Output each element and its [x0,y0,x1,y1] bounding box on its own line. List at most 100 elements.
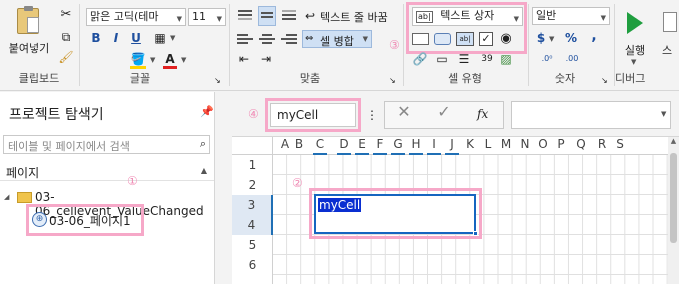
cut-icon[interactable]: ✂ [58,8,74,22]
cancel-icon[interactable]: ✕ [396,104,412,120]
formula-input[interactable] [511,101,671,129]
fx-button[interactable]: fx [477,107,488,121]
pin-icon[interactable]: 📌 [200,105,214,119]
column-header[interactable]: Q [574,137,588,155]
name-box[interactable]: myCell [270,103,356,127]
pages-header[interactable]: 페이지 ▲ [0,161,214,181]
column-header[interactable]: J [445,137,459,155]
chevron-down-icon[interactable]: ▼ [150,56,155,64]
font-size-select[interactable]: 11 ▼ [188,8,226,26]
align-bottom-icon[interactable] [280,8,298,24]
row-header[interactable]: 4 [232,215,273,235]
column-header[interactable]: D [337,137,351,155]
column-header[interactable]: K [463,137,477,155]
dialog-launcher-icon[interactable]: ↘ [601,74,608,88]
cell-type-select[interactable]: ab| 텍스트 상자 ▼ [412,7,523,26]
label-celltype-icon[interactable] [412,33,429,45]
more-options-icon[interactable]: ⋮ [366,108,378,122]
image-celltype-icon[interactable]: ▨ [498,52,514,66]
vertical-scrollbar[interactable]: ▲ [668,137,679,284]
fill-handle[interactable] [473,231,478,236]
search-icon[interactable]: ⌕ [200,137,206,151]
row-header[interactable]: 6 [232,255,273,275]
list-celltype-icon[interactable]: ☰ [456,52,472,66]
extra-ribbon-button[interactable]: 스 [657,6,679,60]
column-header[interactable]: G [391,137,405,155]
scroll-up-icon[interactable]: ▲ [668,137,679,145]
number-celltype-icon[interactable]: 39 [479,52,495,66]
italic-button[interactable]: I [109,31,123,45]
font-name-select[interactable]: 맑은 고딕(테마 ▼ [86,8,186,26]
currency-button[interactable]: $ [535,31,547,45]
fill-color-icon[interactable]: 🪣 [130,52,146,69]
align-middle-icon[interactable] [258,6,276,26]
column-header[interactable]: I [427,137,441,155]
column-header[interactable]: E [355,137,369,155]
column-header[interactable]: P [554,137,568,155]
comma-button[interactable]: , [588,29,600,43]
column-header[interactable]: C [313,137,327,155]
bold-button[interactable]: B [89,31,103,45]
column-header[interactable]: S [613,137,627,155]
column-header[interactable]: O [536,137,550,155]
paste-button[interactable]: 붙여넣기 [4,6,54,58]
column-header[interactable]: R [595,137,609,155]
scroll-thumb[interactable] [670,153,677,243]
increase-indent-icon[interactable]: ⇥ [258,52,274,66]
tree-page-item[interactable]: ⊕ 03-06_페이지1 [32,210,140,230]
number-format-select[interactable]: 일반 ▼ [532,7,610,25]
chevron-down-icon[interactable]: ▼ [661,110,666,118]
checkbox-celltype-icon[interactable]: ✓ [479,32,493,46]
column-header[interactable]: F [373,137,387,155]
run-button[interactable]: 실행 [617,6,653,60]
align-center-icon[interactable] [258,33,276,47]
font-color-button[interactable]: A [163,52,177,69]
dialog-launcher-icon[interactable]: ↘ [389,74,396,88]
chevron-up-icon[interactable]: ▲ [201,166,207,175]
pages-header-label: 페이지 [6,166,40,180]
chevron-down-icon[interactable]: ▼ [549,35,554,43]
radio-celltype-icon[interactable]: ◉ [498,32,514,46]
column-header[interactable]: A [278,137,292,155]
hyperlink-celltype-icon[interactable]: 🔗 [412,52,428,66]
column-header[interactable]: B [292,137,306,155]
row-header[interactable]: 3 [232,195,273,215]
row-header[interactable]: 2 [232,175,273,195]
wrap-text-label[interactable]: 텍스트 줄 바꿈 [320,9,388,25]
align-left-icon[interactable] [236,33,254,47]
textbox-celltype-icon[interactable]: ab| [456,32,474,46]
select-all-corner[interactable] [232,137,273,155]
underline-button[interactable]: U [129,31,143,45]
combo-celltype-icon[interactable]: ▭ [434,52,450,66]
column-header[interactable]: H [409,137,423,155]
align-top-icon[interactable] [236,8,254,24]
button-celltype-icon[interactable] [434,33,451,45]
row-header[interactable]: 5 [232,235,273,255]
borders-icon[interactable]: ▦ [152,31,168,45]
column-header[interactable]: N [518,137,532,155]
search-input[interactable]: 테이블 및 페이지에서 검색 ⌕ [3,135,210,154]
increase-decimal-icon[interactable]: .0⁰ [538,52,556,66]
copy-icon[interactable]: ⧉ [58,30,74,44]
chevron-down-icon[interactable]: ▼ [170,34,175,42]
percent-button[interactable]: % [565,31,577,45]
wrap-text-icon[interactable]: ↩ [303,9,317,23]
chevron-down-icon[interactable]: ▼ [181,56,186,64]
merge-cells-label: 셀 병합 [320,35,354,48]
selected-cell[interactable]: myCell [314,194,476,234]
merge-cells-button[interactable]: ⇔ 셀 병합 ▼ [302,30,372,48]
column-header[interactable]: M [499,137,513,155]
selected-cell-text[interactable]: myCell [318,198,362,212]
annotation-1: ① [127,174,138,188]
format-painter-icon[interactable]: 🖌 [58,50,74,64]
decrease-indent-icon[interactable]: ⇤ [236,52,252,66]
extra-label: 스 [662,44,673,57]
dialog-launcher-icon[interactable]: ↘ [214,74,221,88]
chevron-down-icon[interactable]: ▼ [631,58,636,66]
confirm-icon[interactable]: ✓ [436,104,452,120]
tree-collapse-icon[interactable]: ◢ [4,193,9,201]
decrease-decimal-icon[interactable]: .00 [563,52,581,66]
column-header[interactable]: L [481,137,495,155]
align-right-icon[interactable] [280,33,298,47]
row-header[interactable]: 1 [232,155,273,175]
